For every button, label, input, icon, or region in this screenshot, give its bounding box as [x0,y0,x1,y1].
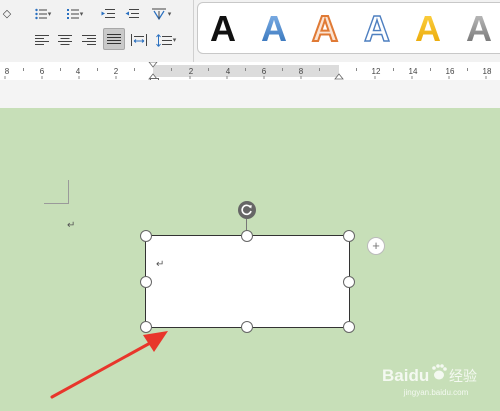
baidu-jingyan-watermark: Baidu 经验 jingyan.baidu.com [382,364,477,397]
annotation-arrow [50,331,168,399]
paw-icon [432,364,447,380]
watermark-url: jingyan.baidu.com [403,388,469,397]
watermark-cn: 经验 [449,369,477,385]
watermark-brand: Baidu [382,366,429,385]
